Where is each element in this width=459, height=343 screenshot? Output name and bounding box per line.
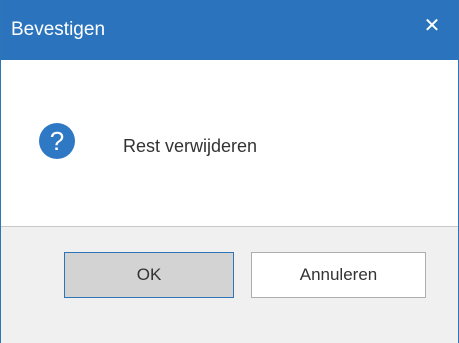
dialog-title: Bevestigen <box>11 19 106 40</box>
svg-text:?: ? <box>50 126 64 156</box>
dialog-message: Rest verwijderen <box>123 136 258 156</box>
close-icon: ✕ <box>423 15 441 37</box>
close-button[interactable]: ✕ <box>420 14 444 38</box>
dialog-content: ? Rest verwijderen <box>1 60 458 226</box>
title-bar: Bevestigen ✕ <box>1 0 458 60</box>
ok-button[interactable]: OK <box>64 252 234 298</box>
question-icon: ? <box>39 123 75 159</box>
cancel-button[interactable]: Annuleren <box>251 252 426 298</box>
confirm-dialog: Bevestigen ✕ ? Rest verwijderen OK Annul… <box>0 0 459 343</box>
dialog-footer: OK Annuleren <box>1 227 458 343</box>
